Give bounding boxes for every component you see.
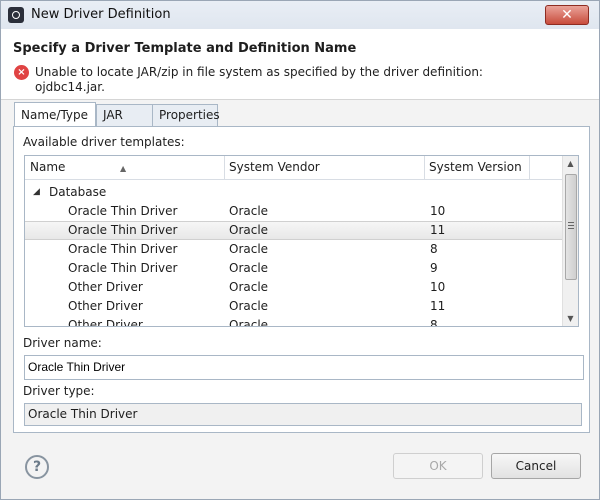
driver-name-field[interactable]: [24, 355, 584, 380]
scrollbar-thumb[interactable]: [565, 174, 577, 280]
row-vendor: Oracle: [229, 261, 269, 275]
app-icon: [8, 7, 24, 23]
row-name: Other Driver: [68, 318, 143, 327]
row-name: Other Driver: [68, 299, 143, 313]
templates-label: Available driver templates:: [23, 135, 185, 149]
table-row[interactable]: Other Driver Oracle 8: [25, 316, 563, 327]
row-version: 8: [430, 318, 438, 327]
error-icon: ×: [14, 65, 29, 80]
column-header-version[interactable]: System Version: [424, 156, 530, 179]
window-title: New Driver Definition: [31, 7, 171, 22]
table-row[interactable]: Other Driver Oracle 10: [25, 278, 563, 297]
dialog-window: New Driver Definition ✕ Specify a Driver…: [0, 0, 600, 500]
table-row-selected[interactable]: Oracle Thin Driver Oracle 11: [25, 221, 563, 240]
row-version: 10: [430, 280, 446, 294]
column-header-name[interactable]: Name ▲: [25, 156, 225, 179]
help-icon[interactable]: ?: [25, 455, 49, 479]
scroll-down-arrow-icon[interactable]: ▼: [563, 311, 578, 326]
row-vendor: Oracle: [229, 204, 269, 218]
row-name: Oracle Thin Driver: [68, 223, 178, 237]
tab-jar-list[interactable]: JAR List: [96, 104, 154, 143]
row-version: 11: [430, 299, 446, 313]
column-header-vendor[interactable]: System Vendor: [224, 156, 425, 179]
driver-name-label: Driver name:: [23, 336, 102, 350]
group-label: Database: [49, 185, 107, 199]
row-version: 10: [430, 204, 446, 218]
scroll-up-arrow-icon[interactable]: ▲: [563, 156, 578, 171]
row-vendor: Oracle: [229, 280, 269, 294]
group-row-database[interactable]: ◢ Database: [25, 183, 563, 202]
row-version: 8: [430, 242, 438, 256]
row-version: 11: [430, 223, 446, 237]
row-vendor: Oracle: [229, 299, 269, 313]
row-vendor: Oracle: [229, 242, 269, 256]
error-message-line1: Unable to locate JAR/zip in file system …: [35, 65, 483, 79]
close-button[interactable]: ✕: [545, 5, 589, 25]
table-row[interactable]: Other Driver Oracle 11: [25, 297, 563, 316]
row-name: Oracle Thin Driver: [68, 204, 178, 218]
ok-button[interactable]: OK: [393, 453, 483, 479]
table-header: Name ▲ System Vendor System Version: [25, 156, 563, 180]
error-message-line2: ojdbc14.jar.: [35, 80, 105, 94]
row-name: Other Driver: [68, 280, 143, 294]
tab-properties[interactable]: Properties: [152, 104, 220, 126]
row-name: Oracle Thin Driver: [68, 242, 178, 256]
scrollbar-grip-icon: [568, 222, 574, 223]
driver-type-label: Driver type:: [23, 384, 95, 398]
row-vendor: Oracle: [229, 223, 269, 237]
column-header-name-label: Name: [30, 160, 66, 174]
tree-expanded-icon[interactable]: ◢: [33, 183, 40, 202]
table-row[interactable]: Oracle Thin Driver Oracle 9: [25, 259, 563, 278]
tab-name-type[interactable]: Name/Type: [14, 102, 96, 127]
driver-templates-table: Name ▲ System Vendor System Version ◢ Da…: [24, 155, 579, 327]
cancel-button[interactable]: Cancel: [491, 453, 581, 479]
row-version: 9: [430, 261, 438, 275]
sort-ascending-icon: ▲: [120, 164, 127, 173]
page-title: Specify a Driver Template and Definition…: [13, 41, 357, 56]
driver-type-field: Oracle Thin Driver: [24, 403, 582, 426]
title-bar: New Driver Definition ✕: [1, 1, 599, 29]
table-row[interactable]: Oracle Thin Driver Oracle 8: [25, 240, 563, 259]
row-vendor: Oracle: [229, 318, 269, 327]
table-row[interactable]: Oracle Thin Driver Oracle 10: [25, 202, 563, 221]
name-type-panel: Available driver templates: Name ▲ Syste…: [13, 126, 590, 433]
row-name: Oracle Thin Driver: [68, 261, 178, 275]
vertical-scrollbar[interactable]: ▲ ▼: [562, 156, 578, 326]
dialog-header: Specify a Driver Template and Definition…: [1, 29, 599, 100]
